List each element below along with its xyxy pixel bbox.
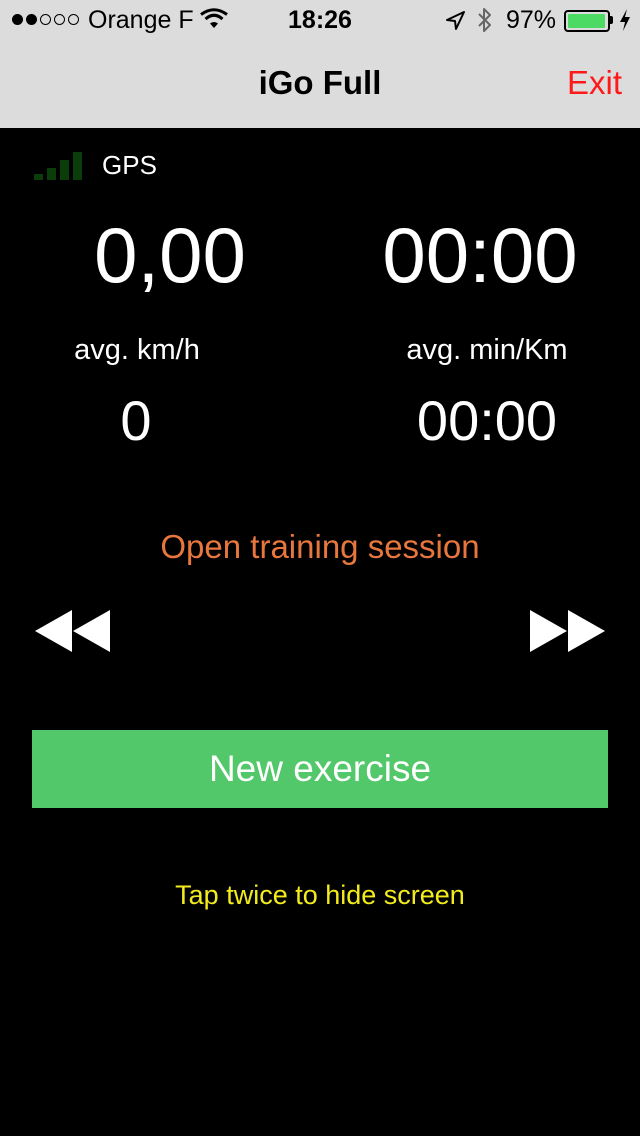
open-training-session-link[interactable]: Open training session xyxy=(0,528,640,566)
gps-label: GPS xyxy=(102,150,157,180)
gps-signal-bars-icon xyxy=(34,150,82,180)
status-bar: Orange F 18:26 97% xyxy=(0,0,640,40)
top-bar: Orange F 18:26 97% iGo Full Exit xyxy=(0,0,640,128)
current-speed: 0,00 xyxy=(94,211,246,299)
avg-speed-label: avg. km/h xyxy=(74,334,200,366)
location-arrow-icon xyxy=(446,11,465,30)
fast-forward-icon[interactable] xyxy=(526,608,608,654)
avg-pace-label: avg. min/Km xyxy=(406,334,568,366)
battery-level xyxy=(568,14,605,28)
exit-button[interactable]: Exit xyxy=(567,64,622,102)
hide-screen-hint: Tap twice to hide screen xyxy=(175,880,465,910)
rewind-icon[interactable] xyxy=(32,608,114,654)
battery-percent: 97% xyxy=(506,6,557,34)
bluetooth-icon xyxy=(478,8,491,32)
app-title: iGo Full xyxy=(258,64,382,101)
new-exercise-button[interactable]: New exercise xyxy=(32,730,608,808)
battery-cap xyxy=(610,16,613,24)
avg-pace-value: 00:00 xyxy=(416,389,558,452)
charging-bolt-icon xyxy=(620,9,630,31)
avg-speed-value: 0 xyxy=(120,389,152,452)
battery-icon xyxy=(564,10,610,32)
elapsed-time: 00:00 xyxy=(382,211,578,299)
